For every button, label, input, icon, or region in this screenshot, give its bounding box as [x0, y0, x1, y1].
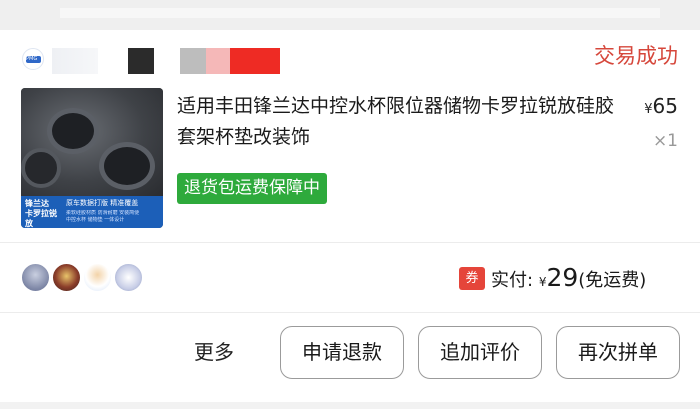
paid-label: 实付:: [491, 270, 534, 291]
avatar: [51, 262, 82, 293]
price-currency: ¥: [644, 102, 653, 117]
coupon-badge: 券: [459, 267, 485, 290]
more-link[interactable]: 更多: [194, 335, 234, 369]
group-avatars[interactable]: [20, 262, 150, 294]
refund-button[interactable]: 申请退款: [280, 326, 404, 379]
divider: [0, 242, 700, 243]
shipping-note: (免运费): [578, 270, 647, 291]
redacted-shop-name: [52, 48, 98, 74]
paid-value: 29: [546, 263, 579, 292]
avatar: [113, 262, 144, 293]
product-title[interactable]: 适用丰田锋兰达中控水杯限位器储物卡罗拉锐放硅胶套架杯垫改装饰: [177, 91, 617, 153]
product-quantity: ×1: [652, 131, 678, 151]
shop-logo-icon: PMG: [22, 48, 44, 70]
add-review-button[interactable]: 追加评价: [418, 326, 542, 379]
divider: [0, 312, 700, 313]
price-value: 65: [652, 94, 678, 118]
cup-holder-shape: [21, 148, 61, 188]
top-strip: [0, 0, 700, 30]
order-status: 交易成功: [594, 44, 678, 68]
redacted-block: [180, 48, 206, 74]
blurred-area: [60, 8, 660, 18]
redacted-block: [230, 48, 280, 74]
paid-amount: 实付: ¥29(免运费): [491, 261, 646, 299]
shop-header[interactable]: PMG: [20, 42, 440, 82]
reorder-button[interactable]: 再次拼单: [556, 326, 680, 379]
return-shipping-badge: 退货包运费保障中: [177, 173, 327, 204]
shop-logo-text: PMG: [26, 56, 38, 62]
product-thumbnail[interactable]: 锋兰达 卡罗拉锐放 原车数据打版 精准覆盖 柔软硅胶材质 防滑耐磨 安装简便 中…: [21, 88, 163, 228]
cup-holder-shape: [99, 142, 155, 190]
thumbnail-title: 锋兰达 卡罗拉锐放: [25, 199, 57, 228]
redacted-block: [128, 48, 154, 74]
thumbnail-subtext: 柔软硅胶材质 防滑耐磨 安装简便 中控水杯 储物垫 一体设计: [66, 210, 140, 223]
avatar: [20, 262, 51, 293]
thumbnail-tag: 原车数据打版 精准覆盖: [66, 199, 139, 207]
cup-holder-shape: [47, 108, 99, 154]
bottom-strip: [0, 402, 700, 409]
redacted-block: [206, 48, 230, 74]
product-price: ¥65: [644, 94, 678, 118]
avatar: [82, 262, 113, 293]
